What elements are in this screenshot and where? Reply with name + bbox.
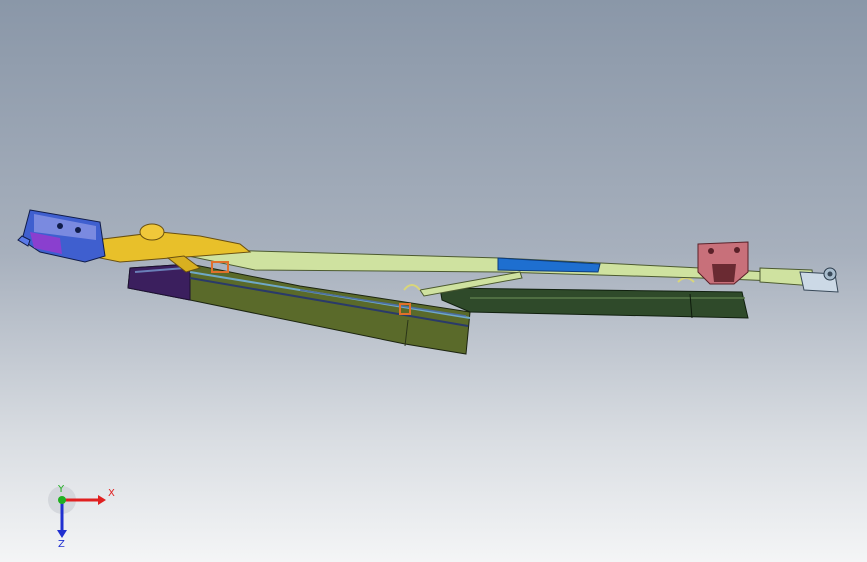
right-blade-hook — [677, 277, 695, 283]
left-wiper-blade[interactable] — [127, 263, 471, 355]
wiper-motor[interactable] — [17, 209, 106, 263]
x-axis-label: X — [108, 488, 115, 499]
right-pivot-bracket[interactable] — [697, 241, 749, 285]
y-axis-label: Y — [57, 484, 65, 495]
z-axis-label: Z — [58, 539, 65, 548]
wiper-assembly-model[interactable] — [0, 0, 867, 562]
cad-viewport[interactable]: X Y Z — [0, 0, 867, 562]
x-axis-arrow — [98, 495, 106, 505]
center-hook — [403, 284, 421, 291]
coordinate-triad: X Y Z — [40, 478, 120, 550]
y-axis-dot — [58, 496, 66, 504]
drive-arm-pivot — [139, 223, 165, 241]
z-axis-arrow — [57, 530, 67, 538]
